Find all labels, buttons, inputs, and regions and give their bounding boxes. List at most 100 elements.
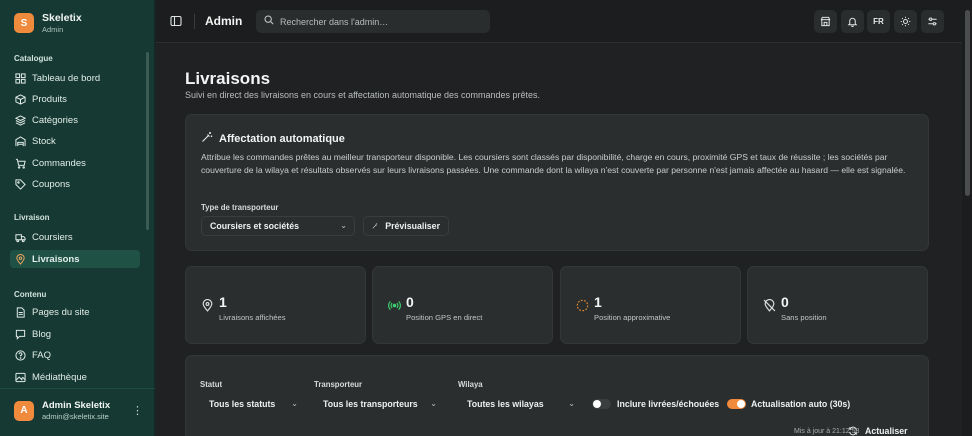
sidebar-item-orders[interactable]: Commandes (10, 154, 140, 172)
image-icon (15, 372, 26, 383)
stat-label: Position GPS en direct (406, 313, 483, 322)
sidebar-item-couriers[interactable]: Coursiers (10, 228, 140, 246)
more-vertical-icon[interactable]: ⋮ (132, 404, 143, 417)
sidebar-scrollbar[interactable] (146, 52, 149, 230)
sidebar-item-media[interactable]: Médiathèque (10, 368, 140, 386)
include-completed-toggle[interactable] (592, 399, 611, 409)
sidebar: S Skeletix Admin Catalogue Tableau de bo… (0, 0, 155, 436)
sidebar-item-stock[interactable]: Stock (10, 132, 140, 150)
sidebar-item-products[interactable]: Produits (10, 90, 140, 108)
sidebar-item-faq[interactable]: FAQ (10, 346, 140, 364)
sun-icon (900, 16, 911, 27)
brand-subtitle: Admin (42, 25, 64, 34)
store-icon (820, 16, 831, 27)
chevron-down-icon: ⌄ (568, 399, 575, 408)
include-completed-label: Inclure livrées/échouées (617, 399, 720, 409)
auto-assign-description: Attribue les commandes prêtes au meilleu… (201, 152, 906, 175)
sidebar-item-label: Tableau de bord (32, 72, 101, 84)
carrier-filter-label: Transporteur (314, 380, 363, 389)
notifications-button[interactable] (841, 10, 864, 33)
sidebar-item-label: Stock (32, 135, 56, 147)
chevron-down-icon: ⌄ (291, 399, 298, 408)
brand-logo: S (14, 13, 34, 33)
stat-value: 0 (781, 294, 789, 310)
map-pin-icon (15, 253, 26, 265)
chat-icon (15, 329, 26, 340)
avatar: A (14, 400, 34, 421)
stat-card-gps-live: 0 Position GPS en direct (372, 266, 553, 344)
stat-card-deliveries: 1 Livraisons affichées (185, 266, 366, 344)
sidebar-item-label: Médiathèque (32, 371, 87, 383)
preview-button[interactable]: Prévisualiser (363, 216, 449, 236)
wilaya-select[interactable]: Toutes les wilayas ⌄ (458, 394, 583, 414)
sidebar-item-label: Produits (32, 93, 67, 105)
store-button[interactable] (814, 10, 837, 33)
sidebar-item-deliveries[interactable]: Livraisons (10, 250, 140, 268)
sidebar-item-coupons[interactable]: Coupons (10, 175, 140, 193)
radio-signal-icon (388, 300, 401, 311)
sidebar-item-pages[interactable]: Pages du site (10, 303, 140, 321)
brand[interactable]: S Skeletix Admin (14, 12, 82, 34)
bell-icon (847, 17, 858, 27)
page-section-title: Admin (205, 14, 243, 28)
stat-value: 1 (594, 294, 602, 310)
layers-icon (15, 114, 26, 126)
sidebar-item-categories[interactable]: Catégories (10, 111, 140, 129)
search-placeholder: Rechercher dans l'admin… (280, 16, 389, 27)
user-email: admin@skeletix.site (42, 412, 109, 421)
help-icon (15, 349, 26, 361)
refresh-label: Actualiser (865, 426, 908, 436)
refresh-icon (849, 426, 857, 436)
no-location-icon (763, 299, 776, 312)
box-icon (15, 93, 26, 105)
brand-title: Skeletix (42, 12, 82, 24)
truck-icon (15, 232, 26, 243)
sidebar-item-label: Blog (32, 328, 52, 340)
tag-icon (15, 178, 26, 190)
topbar-separator (194, 14, 195, 29)
stat-card-approx-position: 1 Position approximative (560, 266, 741, 344)
stat-label: Livraisons affichées (219, 313, 286, 322)
sidebar-item-label: Coursiers (32, 231, 73, 243)
sidebar-item-label: Catégories (32, 114, 78, 126)
settings-button[interactable] (921, 10, 944, 33)
file-icon (15, 306, 26, 318)
nav-section-livraison: Livraison (14, 213, 50, 222)
carrier-select[interactable]: Tous les transporteurs ⌄ (314, 394, 445, 414)
status-filter-label: Statut (200, 380, 223, 389)
auto-refresh-toggle[interactable] (727, 399, 746, 409)
carrier-type-select[interactable]: Coursiers et sociétés ⌄ (201, 216, 355, 236)
nav-section-contenu: Contenu (14, 290, 47, 299)
user-profile[interactable]: A Admin Skeletix admin@skeletix.site (14, 400, 110, 421)
sidebar-toggle-icon[interactable] (170, 15, 182, 30)
language-button[interactable]: FR (867, 10, 890, 33)
chevron-down-icon: ⌄ (340, 221, 347, 230)
page-scrollbar-thumb[interactable] (965, 10, 970, 196)
preview-label: Prévisualiser (385, 221, 440, 231)
sidebar-item-label: Pages du site (32, 306, 90, 318)
search-icon (264, 15, 274, 28)
status-select[interactable]: Tous les statuts ⌄ (200, 394, 306, 414)
warehouse-icon (15, 135, 26, 147)
sidebar-divider (0, 388, 155, 389)
stat-label: Position approximative (594, 313, 671, 322)
sidebar-item-dashboard[interactable]: Tableau de bord (10, 69, 140, 87)
page-title: Livraisons (185, 69, 271, 88)
page-scrollbar[interactable] (962, 0, 972, 436)
map-pin-icon (202, 299, 213, 312)
sidebar-item-blog[interactable]: Blog (10, 325, 140, 343)
filters-card: Statut Tous les statuts ⌄ Transporteur T… (185, 355, 929, 436)
stat-value: 1 (219, 294, 227, 310)
auto-assign-card: Affectation automatique Attribue les com… (185, 114, 929, 251)
search-input[interactable]: Rechercher dans l'admin… (256, 10, 490, 33)
refresh-button[interactable]: Actualiser (848, 426, 908, 436)
theme-toggle-button[interactable] (894, 10, 917, 33)
cart-icon (15, 158, 26, 169)
topbar: Admin Rechercher dans l'admin… FR (156, 0, 962, 43)
auto-refresh-label: Actualisation auto (30s) (751, 399, 851, 409)
sidebar-item-label: FAQ (32, 349, 52, 361)
page-subtitle: Suivi en direct des livraisons en cours … (185, 90, 541, 100)
sidebar-item-label: Commandes (32, 157, 86, 169)
main-content: Livraisons Suivi en direct des livraison… (156, 44, 962, 436)
stat-value: 0 (406, 294, 414, 310)
